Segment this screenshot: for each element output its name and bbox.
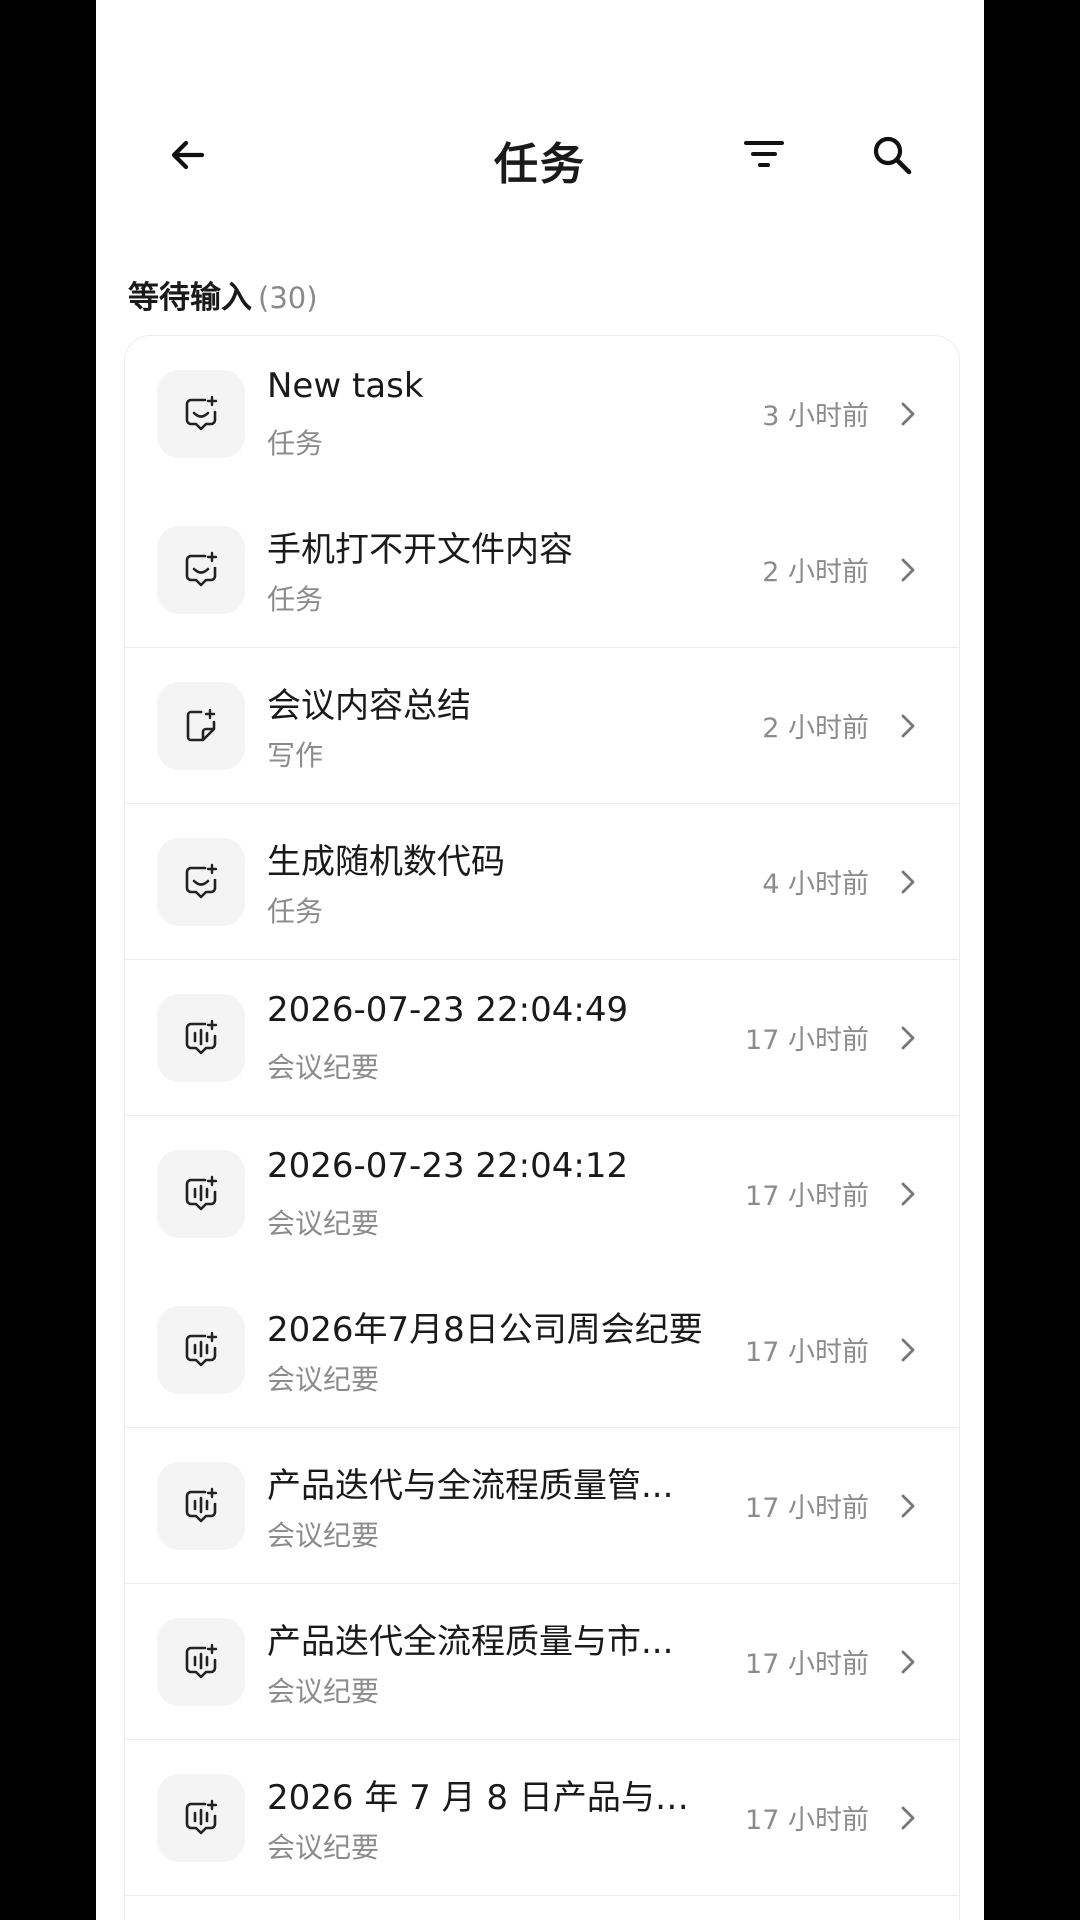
search-icon [873, 136, 912, 175]
row-icon-tile [157, 1774, 245, 1862]
page-title: 任务 [494, 139, 586, 190]
task-row[interactable]: 会议内容总结 写作 2 小时前 [125, 648, 959, 804]
row-icon-tile [157, 838, 245, 926]
search-button[interactable] [860, 123, 924, 187]
row-icon-tile [157, 1150, 245, 1238]
task-row[interactable]: 手机打不开文件内容 任务 2 小时前 [125, 492, 959, 648]
chevron-right-icon [891, 1334, 923, 1366]
chevron-right-icon [891, 554, 923, 586]
task-chat-icon [185, 395, 218, 431]
row-title: 产品迭代与全流程质量管... [267, 1466, 674, 1506]
meeting-audio-icon [185, 1643, 218, 1679]
row-divider [125, 1895, 959, 1896]
chevron-right-icon [891, 398, 923, 430]
row-category: 会议纪要 [267, 1363, 380, 1396]
task-row[interactable]: 2026 年 7 月 8 日产品与研... 会议纪要 17 小时前 [125, 1740, 959, 1896]
row-category: 任务 [267, 895, 324, 928]
row-category: 写作 [267, 739, 324, 772]
row-timestamp: 17 小时前 [745, 1025, 869, 1056]
row-icon-tile [157, 1462, 245, 1550]
row-title: 2026年7月8日公司周会纪要 [267, 1310, 703, 1350]
chevron-right-icon [891, 1490, 923, 1522]
row-icon-tile [157, 1618, 245, 1706]
row-title: 手机打不开文件内容 [267, 530, 573, 570]
row-timestamp: 3 小时前 [762, 401, 869, 432]
row-icon-tile [157, 370, 245, 458]
chevron-right-icon [891, 866, 923, 898]
task-chat-icon [185, 863, 218, 899]
row-title: 2026-07-23 22:04:12 [267, 1146, 629, 1186]
task-row[interactable]: 产品迭代全流程质量与市... 会议纪要 17 小时前 [125, 1584, 959, 1740]
task-row[interactable]: 2026年7月8日公司周会纪要 会议纪要 17 小时前 [125, 1272, 959, 1428]
chevron-right-icon [891, 1178, 923, 1210]
task-chat-icon [185, 551, 218, 587]
section-count: (30) [258, 281, 318, 315]
meeting-audio-icon [185, 1331, 218, 1367]
row-title: 产品迭代全流程质量与市... [267, 1622, 674, 1662]
row-category: 会议纪要 [267, 1519, 380, 1552]
task-screen: 任务 等待输入 (30) New task 任务 3 小时前 手机打不开文件内容… [96, 0, 984, 1920]
row-timestamp: 4 小时前 [762, 869, 869, 900]
row-timestamp: 17 小时前 [745, 1493, 869, 1524]
row-title: 生成随机数代码 [267, 842, 505, 882]
chevron-right-icon [891, 1802, 923, 1834]
row-timestamp: 17 小时前 [745, 1337, 869, 1368]
row-icon-tile [157, 526, 245, 614]
chevron-right-icon [891, 1022, 923, 1054]
task-row[interactable]: New task 任务 3 小时前 [125, 336, 959, 492]
writing-doc-icon [186, 708, 216, 742]
chevron-right-icon [891, 710, 923, 742]
chevron-right-icon [891, 1646, 923, 1678]
meeting-audio-icon [185, 1175, 218, 1211]
row-timestamp: 17 小时前 [745, 1181, 869, 1212]
filter-button[interactable] [732, 123, 796, 187]
row-title: 2026 年 7 月 8 日产品与研... [267, 1778, 707, 1818]
row-category: 任务 [267, 427, 324, 460]
task-row[interactable]: 产品迭代与全流程质量管... 会议纪要 17 小时前 [125, 1428, 959, 1584]
row-title: New task [267, 366, 424, 406]
row-timestamp: 17 小时前 [745, 1649, 869, 1680]
row-timestamp: 17 小时前 [745, 1805, 869, 1836]
top-app-bar: 任务 [96, 110, 984, 200]
filter-icon [744, 141, 784, 167]
row-category: 会议纪要 [267, 1675, 380, 1708]
section-header: 等待输入 (30) [128, 272, 318, 317]
row-timestamp: 2 小时前 [762, 557, 869, 588]
task-row[interactable]: 2026-07-23 22:04:49 会议纪要 17 小时前 [125, 960, 959, 1116]
task-row[interactable]: 生成随机数代码 任务 4 小时前 [125, 804, 959, 960]
row-title: 2026-07-23 22:04:49 [267, 990, 629, 1030]
row-icon-tile [157, 994, 245, 1082]
meeting-audio-icon [185, 1019, 218, 1055]
row-category: 会议纪要 [267, 1831, 380, 1864]
row-icon-tile [157, 1306, 245, 1394]
meeting-audio-icon [185, 1487, 218, 1523]
row-category: 任务 [267, 583, 324, 616]
row-title: 会议内容总结 [267, 686, 471, 726]
task-row[interactable]: 2026-07-23 22:04:12 会议纪要 17 小时前 [125, 1116, 959, 1272]
row-timestamp: 2 小时前 [762, 713, 869, 744]
task-list: New task 任务 3 小时前 手机打不开文件内容 任务 2 小时前 会议内… [124, 335, 960, 1920]
row-category: 会议纪要 [267, 1207, 380, 1240]
meeting-audio-icon [185, 1799, 218, 1835]
section-title: 等待输入 [128, 280, 252, 316]
row-category: 会议纪要 [267, 1051, 380, 1084]
row-icon-tile [157, 682, 245, 770]
